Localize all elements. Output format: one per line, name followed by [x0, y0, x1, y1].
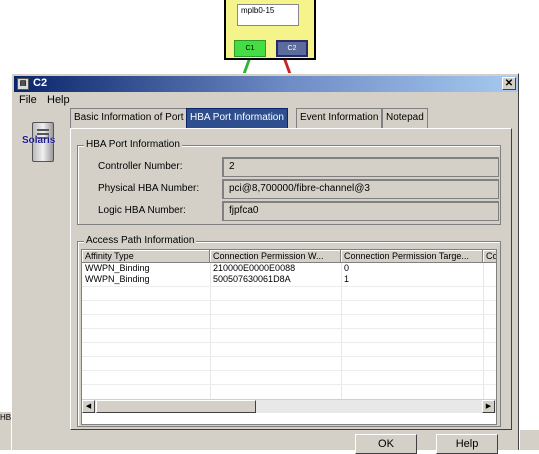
grid-line: [82, 314, 496, 315]
scrollbar-thumb[interactable]: [96, 400, 256, 413]
titlebar[interactable]: ▤ C2 ✕: [14, 76, 518, 92]
grid-line: [483, 263, 484, 399]
grid-line: [82, 342, 496, 343]
controller-number-field: 2: [222, 157, 499, 177]
link-green: [242, 60, 251, 74]
scroll-left-icon[interactable]: ◀: [82, 400, 95, 413]
table-cell[interactable]: WWPN_Binding: [82, 263, 210, 274]
horizontal-scrollbar[interactable]: ◀ ▶: [82, 399, 496, 413]
grid-line: [82, 328, 496, 329]
table-cell[interactable]: 500507630061D8A: [210, 274, 341, 285]
port-dialog: ▤ C2 ✕ File Help Solaris Basic Informati…: [11, 73, 519, 454]
column-header-connection-permission-wwn[interactable]: Connection Permission W...: [210, 250, 341, 263]
column-header-co[interactable]: Co: [483, 250, 496, 263]
port-c1[interactable]: C1: [234, 40, 266, 57]
hba-port-info-legend: HBA Port Information: [84, 139, 182, 150]
table-cell[interactable]: 1: [341, 274, 483, 285]
access-path-table: Affinity Type Connection Permission W...…: [81, 249, 497, 425]
tab-hba-port-information[interactable]: HBA Port Information: [186, 108, 288, 128]
table-cell[interactable]: 210000E0000E0088: [210, 263, 341, 274]
column-header-affinity-type[interactable]: Affinity Type: [82, 250, 210, 263]
menu-help[interactable]: Help: [47, 94, 70, 106]
background-strip-right: [520, 430, 539, 450]
storage-node[interactable]: mplb0-15 C1 C2: [224, 0, 316, 60]
grid-line: [82, 370, 496, 371]
column-header-connection-permission-target[interactable]: Connection Permission Targe...: [341, 250, 483, 263]
access-path-legend: Access Path Information: [84, 235, 197, 246]
table-cell[interactable]: 0: [341, 263, 483, 274]
menu-file[interactable]: File: [19, 94, 37, 106]
tab-panel: HBA Port Information Controller Number: …: [70, 128, 512, 430]
grid-line: [82, 384, 496, 385]
controller-number-label: Controller Number:: [98, 161, 183, 172]
close-button[interactable]: ✕: [502, 77, 516, 90]
scroll-right-icon[interactable]: ▶: [482, 400, 495, 413]
physical-hba-label: Physical HBA Number:: [98, 183, 200, 194]
window-title: C2: [33, 77, 48, 89]
grid-line: [82, 286, 496, 287]
logic-hba-field: fjpfca0: [222, 201, 499, 221]
grid-line: [82, 356, 496, 357]
link-red: [283, 60, 292, 74]
background-strip-text: HB: [0, 413, 12, 422]
port-c2[interactable]: C2: [276, 40, 308, 57]
tab-notepad[interactable]: Notepad: [382, 108, 428, 128]
hba-port-info-group: HBA Port Information Controller Number: …: [77, 139, 501, 225]
node-label: mplb0-15: [237, 4, 299, 26]
grid-line: [82, 300, 496, 301]
help-button[interactable]: Help: [436, 434, 498, 454]
tab-basic-information[interactable]: Basic Information of Port: [70, 108, 188, 128]
logic-hba-label: Logic HBA Number:: [98, 205, 186, 216]
os-label: Solaris: [22, 135, 56, 146]
table-cell[interactable]: WWPN_Binding: [82, 274, 210, 285]
tab-event-information[interactable]: Event Information: [296, 108, 383, 128]
physical-hba-field: pci@8,700000/fibre-channel@3: [222, 179, 499, 199]
window-app-icon: ▤: [17, 78, 29, 90]
ok-button[interactable]: OK: [355, 434, 417, 454]
